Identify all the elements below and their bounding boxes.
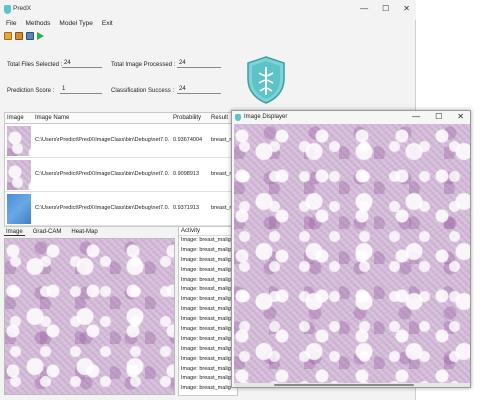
- menu-model-type[interactable]: Model Type: [59, 20, 92, 31]
- activity-item: Image: breast_malig: [181, 345, 231, 352]
- menu-exit[interactable]: Exit: [102, 20, 113, 31]
- classification-success-field[interactable]: 24: [177, 85, 221, 94]
- column-probability[interactable]: Probability: [173, 115, 201, 121]
- close-button[interactable]: ✕: [403, 4, 410, 13]
- displayer-close-button[interactable]: ✕: [457, 112, 464, 121]
- row-probability: 0.9371913: [173, 205, 199, 211]
- tab-heat-map[interactable]: Heat-Map: [69, 229, 99, 235]
- row-image-name: C:\Users\rPredict\PredX\ImageClass\bin\D…: [35, 205, 169, 211]
- activity-item: Image: breast_malig: [181, 375, 231, 382]
- app-logo-icon: [235, 114, 241, 121]
- total-files-label: Total Files Selected :: [7, 62, 63, 68]
- activity-item: Image: breast_malig: [181, 237, 231, 243]
- row-image-name: C:\Users\rPredict\PredX\ImageClass\bin\D…: [35, 171, 169, 177]
- image-preview: [4, 238, 175, 395]
- toolbar: [4, 32, 44, 40]
- prediction-score-label: Prediction Score :: [7, 88, 55, 94]
- row-thumbnail: [7, 160, 31, 190]
- activity-item: Image: breast_malig: [181, 385, 231, 392]
- save-icon[interactable]: [15, 32, 23, 40]
- open-folder-icon[interactable]: [4, 32, 12, 40]
- disk-icon[interactable]: [26, 32, 34, 40]
- column-image[interactable]: Image: [7, 115, 24, 121]
- activity-list: Image: breast_malig Image: breast_malig Im…: [179, 236, 237, 394]
- activity-item: Image: breast_malig: [181, 335, 231, 342]
- displayer-maximize-button[interactable]: ☐: [435, 112, 442, 121]
- activity-item: Image: breast_malig: [181, 256, 231, 263]
- window-title: PredX: [13, 5, 32, 12]
- activity-item: Image: breast_malig: [181, 306, 231, 313]
- scrollbar-thumb[interactable]: [274, 384, 414, 386]
- row-image-name: C:\Users\rPredict\PredX\ImageClass\bin\D…: [35, 137, 169, 143]
- menu-methods[interactable]: Methods: [25, 20, 50, 31]
- activity-item: Image: breast_malig: [181, 286, 231, 293]
- total-processed-label: Total Image Processed :: [111, 62, 176, 68]
- activity-item: Image: breast_malig: [181, 365, 231, 372]
- maximize-button[interactable]: ☐: [382, 4, 389, 13]
- activity-item: Image: breast_malig: [181, 276, 231, 283]
- row-probability: 0.93674004: [173, 137, 203, 143]
- minimize-button[interactable]: —: [360, 4, 368, 13]
- menu-bar: File Methods Model Type Exit: [0, 20, 416, 31]
- activity-log: Activity Image: breast_malig Image: breas…: [178, 226, 238, 396]
- view-tabs: Image Grad-CAM Heat-Map: [4, 227, 100, 237]
- column-image-name[interactable]: Image Name: [35, 115, 69, 121]
- shield-logo-icon: [247, 56, 285, 104]
- activity-item: Image: breast_malig: [181, 266, 231, 273]
- activity-item: Image: breast_malig: [181, 246, 231, 253]
- activity-item: Image: breast_malig: [181, 326, 231, 333]
- displayer-controls: — ☐ ✕: [412, 112, 464, 121]
- displayed-image: [234, 124, 470, 385]
- activity-item: Image: breast_malig: [181, 296, 231, 303]
- displayer-minimize-button[interactable]: —: [412, 112, 420, 121]
- classification-success-label: Classification Success :: [111, 88, 175, 94]
- tab-image[interactable]: Image: [4, 229, 25, 236]
- total-processed-field[interactable]: 24: [177, 59, 221, 68]
- column-result[interactable]: Result: [211, 115, 228, 121]
- activity-title: Activity: [179, 227, 237, 236]
- tab-grad-cam[interactable]: Grad-CAM: [31, 229, 64, 235]
- displayer-title-bar: Image Displayer — ☐ ✕: [232, 111, 470, 124]
- activity-item: Image: breast_malig: [181, 316, 231, 323]
- total-files-field[interactable]: 24: [62, 59, 102, 68]
- menu-file[interactable]: File: [6, 20, 16, 31]
- displayer-title: Image Displayer: [244, 114, 288, 120]
- run-icon[interactable]: [37, 32, 44, 40]
- app-logo-icon: [4, 5, 11, 14]
- row-thumbnail: [7, 194, 31, 224]
- image-displayer-window: Image Displayer — ☐ ✕: [231, 110, 471, 388]
- prediction-score-field[interactable]: 1: [60, 85, 102, 94]
- row-probability: 0.9098913: [173, 171, 199, 177]
- window-controls: — ☐ ✕: [360, 4, 410, 13]
- activity-item: Image: breast_malig: [181, 355, 231, 362]
- row-thumbnail: [7, 126, 31, 156]
- horizontal-scrollbar[interactable]: [234, 383, 470, 387]
- title-bar: PredX — ☐ ✕: [0, 0, 416, 20]
